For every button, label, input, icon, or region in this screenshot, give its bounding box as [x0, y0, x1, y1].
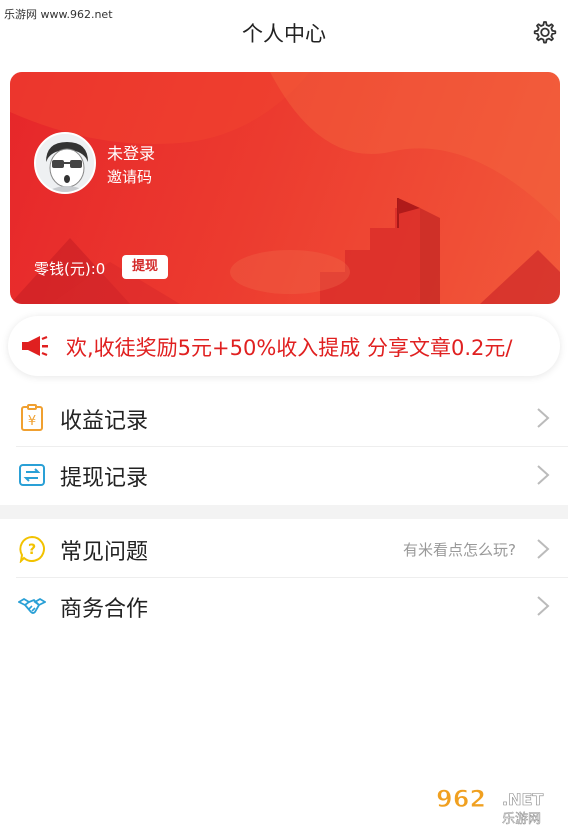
withdraw-button[interactable]: 提现	[122, 255, 168, 279]
watermark-logo-cn: 乐游网	[502, 812, 541, 827]
question-bubble-icon: ?	[19, 535, 45, 563]
menu-item-label: 收益记录	[60, 409, 149, 434]
menu-item-label: 常见问题	[60, 540, 149, 565]
gear-icon	[533, 21, 557, 44]
avatar[interactable]	[34, 132, 96, 194]
wallet-transfer-icon	[19, 464, 45, 486]
watermark-logo-net: .NET	[502, 790, 543, 809]
header: 个人中心	[0, 0, 568, 64]
announcement-marquee[interactable]: 欢,收徒奖励5元+50%收入提成 分享文章0.2元/	[8, 316, 560, 376]
login-status-text[interactable]: 未登录	[107, 140, 155, 164]
chevron-right-icon	[537, 539, 550, 559]
settings-button[interactable]	[530, 18, 558, 46]
watermark-logo-number: 962	[436, 785, 486, 813]
menu-item-withdraw-record[interactable]: 提现记录	[0, 447, 568, 503]
menu-item-label: 商务合作	[60, 597, 149, 622]
svg-text:?: ?	[28, 542, 36, 558]
receipt-yen-icon: ¥	[21, 404, 43, 431]
svg-text:¥: ¥	[28, 414, 36, 429]
menu-item-earnings-record[interactable]: ¥ 收益记录	[0, 390, 568, 446]
menu-item-faq[interactable]: ? 常见问题 有米看点怎么玩?	[0, 521, 568, 577]
menu-item-hint: 有米看点怎么玩?	[403, 541, 516, 559]
balance-text: 零钱(元):0	[34, 260, 106, 278]
profile-card: 未登录 邀请码 零钱(元):0 提现	[10, 72, 560, 304]
chevron-right-icon	[537, 596, 550, 616]
page-title: 个人中心	[242, 22, 326, 46]
chevron-right-icon	[537, 465, 550, 485]
menu-item-label: 提现记录	[60, 466, 149, 491]
handshake-icon	[18, 597, 46, 614]
watermark-logo: 962 .NET 乐游网	[432, 783, 562, 828]
menu-item-business-cooperation[interactable]: 商务合作	[0, 578, 568, 634]
section-gap	[0, 505, 568, 519]
megaphone-icon	[22, 335, 48, 357]
invite-code-label: 邀请码	[107, 168, 153, 186]
announcement-text: 欢,收徒奖励5元+50%收入提成 分享文章0.2元/	[66, 336, 513, 360]
chevron-right-icon	[537, 408, 550, 428]
